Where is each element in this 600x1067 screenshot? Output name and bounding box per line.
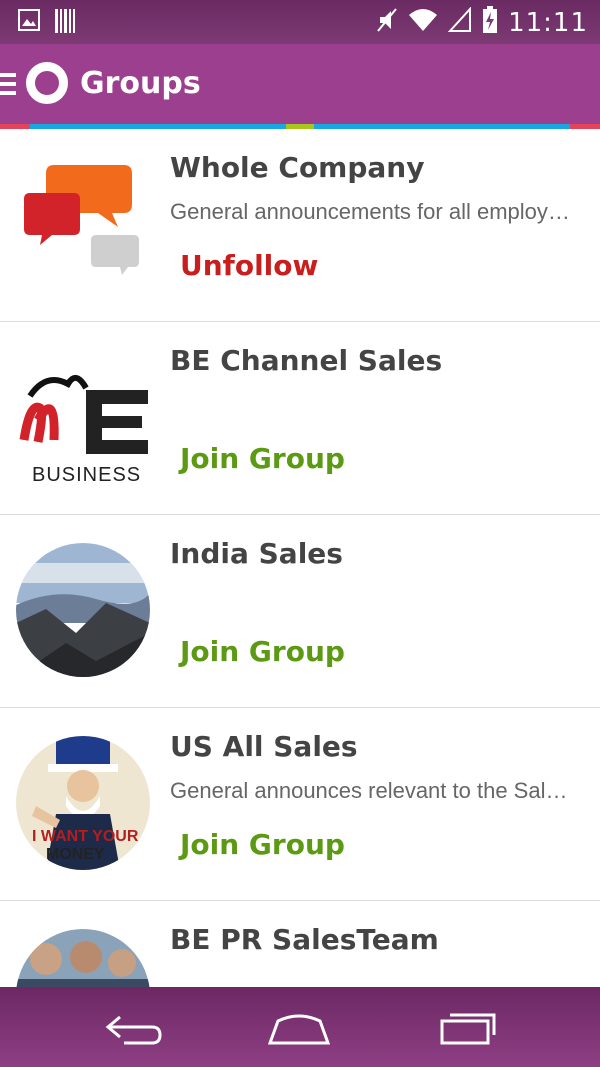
uncle-sam-poster: I WANT YOUR MONEY [16,736,150,870]
wifi-icon [408,7,438,38]
recent-apps-icon[interactable] [438,1011,498,1047]
list-item[interactable]: India Sales Join Group [0,515,600,708]
back-icon[interactable] [104,1011,164,1047]
list-item[interactable]: I WANT YOUR MONEY US All Sales General a… [0,708,600,901]
navigation-bar [0,987,600,1067]
join-group-button[interactable]: Join Group [180,635,345,668]
poster-text-line2: MONEY [46,846,105,863]
list-item[interactable]: Whole Company General announcements for … [0,129,600,322]
group-description: General announces relevant to the Sal… [170,778,568,803]
poster-text-line1: I WANT YOUR [32,828,139,845]
status-bar: 11:11 [0,0,600,44]
mountain-photo [16,543,150,677]
clock: 11:11 [508,7,588,38]
app-logo-icon[interactable] [26,62,68,104]
group-name: Whole Company [170,151,425,184]
unfollow-button[interactable]: Unfollow [180,249,318,282]
group-description: General announcements for all employ… [170,199,570,224]
join-group-button[interactable]: Join Group [180,828,345,861]
app-bar: Groups [0,44,600,124]
barcode-icon [54,9,76,38]
group-name: US All Sales [170,730,358,763]
group-name: India Sales [170,537,343,570]
group-name: BE PR SalesTeam [170,923,439,956]
group-list[interactable]: Whole Company General announcements for … [0,129,600,987]
mute-icon [376,7,398,38]
menu-icon[interactable] [0,70,18,98]
signal-icon [447,6,472,38]
team-photo [16,929,150,987]
join-group-button[interactable]: Join Group [180,442,345,475]
home-icon[interactable] [267,1011,331,1047]
be-business-text: BUSINESS [32,464,142,486]
list-item[interactable]: BUSINESS BE Channel Sales Join Group [0,322,600,515]
list-item[interactable]: BE PR SalesTeam [0,901,600,987]
speech-bubbles-icon [16,157,150,291]
group-name: BE Channel Sales [170,344,443,377]
battery-charging-icon [482,6,498,39]
page-title: Groups [80,66,201,101]
image-icon [18,9,40,38]
